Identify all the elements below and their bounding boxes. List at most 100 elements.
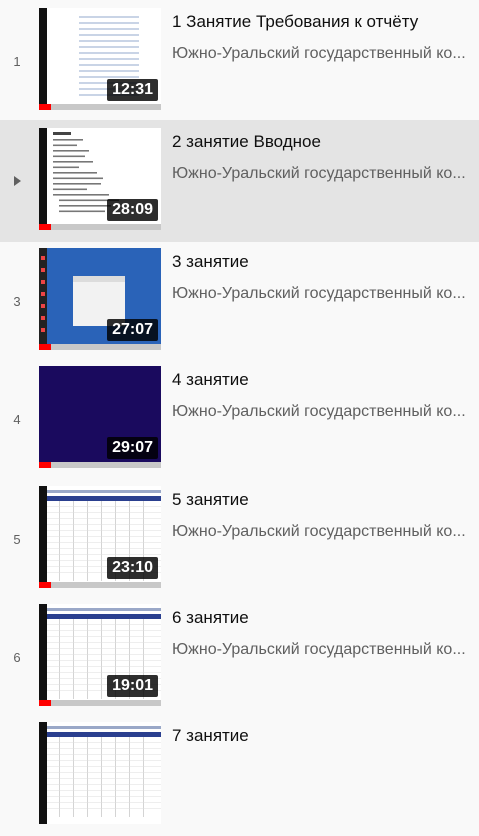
channel-name[interactable]: Южно-Уральский государственный ко...: [172, 45, 467, 63]
watch-progress-fill: [39, 344, 52, 350]
thumb-grid-row: [47, 642, 161, 643]
thumb-desktop-icon: [41, 316, 45, 320]
thumb-grid-row: [47, 808, 161, 809]
video-title[interactable]: 6 занятие: [172, 608, 473, 628]
watch-progress-bar: [39, 224, 161, 230]
thumb-line: [79, 76, 139, 78]
thumb-toolbar: [47, 608, 161, 611]
thumb-grid-row: [47, 790, 161, 791]
thumb-line: [53, 155, 85, 158]
thumb-grid-col: [101, 619, 102, 699]
thumb-grid-row: [47, 766, 161, 767]
thumb-line: [79, 34, 139, 36]
thumb-grid-row: [47, 624, 161, 625]
thumb-grid-row: [47, 512, 161, 513]
thumb-header-row: [47, 732, 161, 737]
thumb-grid-col: [115, 737, 116, 817]
thumb-desktop-icon: [41, 256, 45, 260]
thumb-grid-col: [59, 501, 60, 581]
thumb-line: [53, 144, 77, 147]
channel-name[interactable]: Южно-Уральский государственный ко...: [172, 523, 467, 541]
thumb-desktop-icon: [41, 292, 45, 296]
thumbnail-image: [39, 722, 161, 824]
video-title[interactable]: 1 Занятие Требования к отчёту: [172, 12, 473, 32]
thumb-line: [53, 177, 103, 180]
thumb-dialog-titlebar: [73, 276, 125, 282]
thumb-grid-row: [47, 784, 161, 785]
thumb-desktop-icon: [41, 328, 45, 332]
thumb-line: [59, 205, 111, 207]
thumb-grid-col: [101, 501, 102, 581]
video-title[interactable]: 4 занятие: [172, 370, 473, 390]
thumb-line: [79, 22, 139, 24]
thumb-line: [79, 16, 139, 18]
video-thumbnail[interactable]: 23:10: [39, 486, 161, 588]
thumb-line: [79, 46, 139, 48]
thumb-line: [53, 150, 89, 152]
thumb-line: [53, 194, 109, 196]
thumb-grid-row: [47, 796, 161, 797]
thumb-line: [53, 183, 101, 185]
thumb-line: [79, 58, 139, 60]
video-thumbnail[interactable]: 19:01: [39, 604, 161, 706]
thumb-grid-row: [47, 802, 161, 803]
thumb-grid-row: [47, 660, 161, 661]
thumb-line: [79, 52, 139, 54]
watch-progress-fill: [39, 224, 52, 230]
video-duration: 27:07: [107, 319, 158, 341]
watch-progress-fill: [39, 104, 52, 110]
channel-name[interactable]: Южно-Уральский государственный ко...: [172, 165, 467, 183]
video-thumbnail[interactable]: 27:07: [39, 248, 161, 350]
channel-name[interactable]: Южно-Уральский государственный ко...: [172, 641, 467, 659]
channel-name[interactable]: Южно-Уральский государственный ко...: [172, 403, 467, 421]
video-title[interactable]: 7 занятие: [172, 726, 473, 746]
playlist-item-index: 6: [13, 649, 21, 665]
thumb-grid-col: [59, 737, 60, 817]
thumb-grid-col: [87, 737, 88, 817]
video-title[interactable]: 3 занятие: [172, 252, 473, 272]
thumb-grid-row: [47, 548, 161, 549]
thumb-toolbar: [47, 726, 161, 729]
thumb-grid-row: [47, 648, 161, 649]
playlist-item[interactable]: 4 29:07 4 занятие Южно-Уральский государ…: [0, 358, 479, 480]
thumb-line: [53, 172, 97, 174]
video-title[interactable]: 5 занятие: [172, 490, 473, 510]
watch-progress-bar: [39, 344, 161, 350]
playlist-item[interactable]: 1 12:31 1 Занятие Требования к отчёту Юж…: [0, 0, 479, 122]
playlist-item[interactable]: 7 занятие: [0, 714, 479, 836]
playlist-item-index: 3: [13, 293, 21, 309]
thumb-grid-col: [73, 501, 74, 581]
thumb-line: [53, 139, 83, 141]
watch-progress-fill: [39, 462, 52, 468]
thumb-line: [53, 188, 87, 191]
video-duration: 12:31: [107, 79, 158, 101]
thumb-desktop-icon: [41, 280, 45, 284]
thumb-desktop-icon: [41, 268, 45, 272]
thumb-grid-row: [47, 554, 161, 555]
video-thumbnail[interactable]: 29:07: [39, 366, 161, 468]
playlist-item[interactable]: 5 23:10 5 занятие Южно-Уральский государ…: [0, 478, 479, 600]
thumb-grid-row: [47, 778, 161, 779]
playlist-item[interactable]: 6 19:01 6 занятие Южно-Уральский государ…: [0, 596, 479, 718]
video-thumbnail[interactable]: 28:09: [39, 128, 161, 230]
playlist-item[interactable]: 28:09 2 занятие Вводное Южно-Уральский г…: [0, 120, 479, 242]
thumb-line: [53, 161, 93, 163]
playlist-item-index: 4: [13, 411, 21, 427]
thumb-taskbar: [39, 248, 47, 350]
watch-progress-fill: [39, 700, 52, 706]
thumb-line: [79, 70, 139, 72]
video-thumbnail[interactable]: [39, 722, 161, 824]
playlist-item[interactable]: 3 27:07 3 занятие Южно-Уральский государ…: [0, 240, 479, 362]
thumb-toolbar: [47, 490, 161, 493]
thumb-grid-row: [47, 742, 161, 743]
thumb-line: [53, 166, 79, 169]
thumb-left-bar: [39, 8, 47, 110]
channel-name[interactable]: Южно-Уральский государственный ко...: [172, 285, 467, 303]
video-title[interactable]: 2 занятие Вводное: [172, 132, 473, 152]
video-thumbnail[interactable]: 12:31: [39, 8, 161, 110]
thumb-grid-row: [47, 772, 161, 773]
thumb-grid-row: [47, 542, 161, 543]
thumb-header-row: [47, 496, 161, 501]
thumb-grid-row: [47, 518, 161, 519]
thumb-grid-col: [73, 619, 74, 699]
